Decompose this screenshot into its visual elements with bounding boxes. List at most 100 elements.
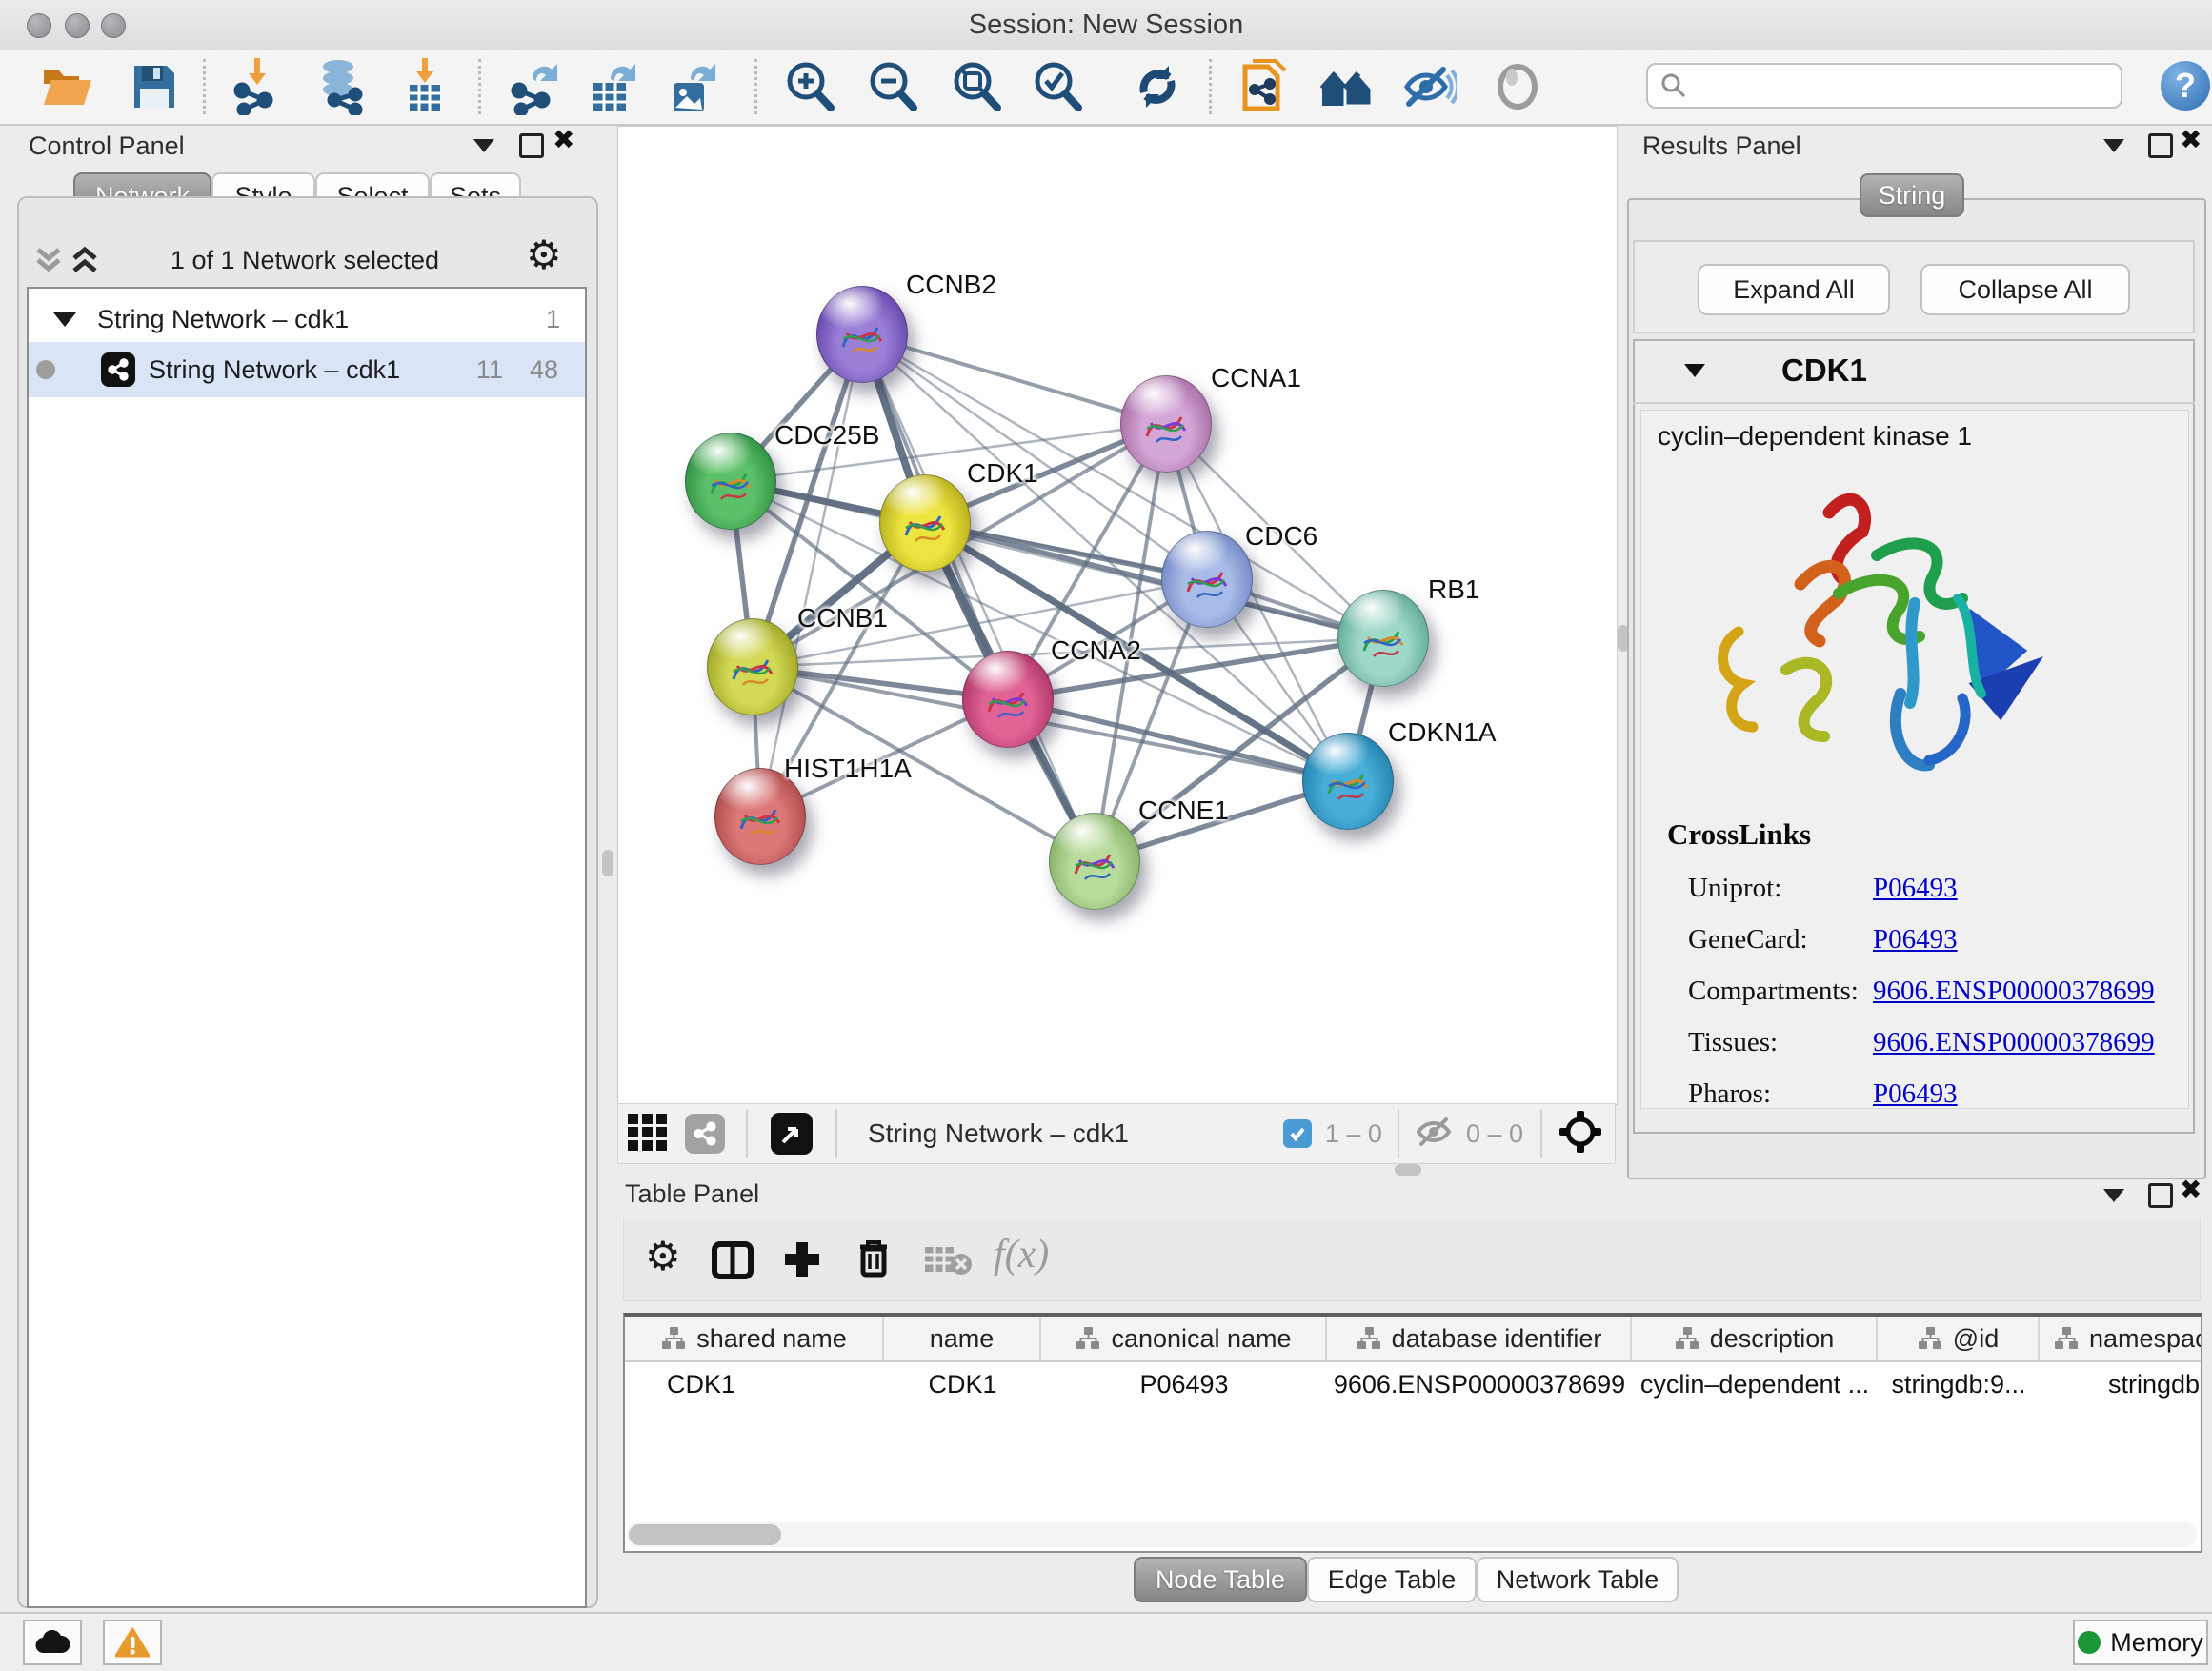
control-panel-collapse-icon[interactable] bbox=[473, 139, 494, 152]
network-canvas[interactable]: CCNB2CCNA1CDC25BCDK1CDC6RB1CCNB1CCNA2CDK… bbox=[617, 126, 1618, 1105]
network-collection-row[interactable]: String Network – cdk1 1 bbox=[29, 298, 585, 340]
node-CCNA2[interactable] bbox=[962, 651, 1054, 748]
zoom-fit-icon[interactable] bbox=[946, 57, 1007, 116]
node-table[interactable]: shared namename canonical name database id… bbox=[623, 1313, 2202, 1553]
column-header-name[interactable]: name bbox=[884, 1317, 1041, 1360]
show-columns-icon[interactable] bbox=[712, 1241, 754, 1284]
node-CDC6[interactable] bbox=[1161, 531, 1253, 628]
table-settings-gear-icon[interactable]: ⚙ bbox=[645, 1238, 681, 1276]
collapse-all-networks-icon[interactable] bbox=[34, 246, 63, 281]
grid-view-icon[interactable] bbox=[626, 1110, 670, 1158]
tab-node-table[interactable]: Node Table bbox=[1134, 1557, 1307, 1602]
tab-string[interactable]: String bbox=[1860, 173, 1964, 217]
help-icon[interactable]: ? bbox=[2161, 61, 2210, 111]
save-session-icon[interactable] bbox=[124, 57, 185, 116]
open-session-icon[interactable] bbox=[37, 57, 98, 116]
results-panel-collapse-icon[interactable] bbox=[2103, 139, 2124, 152]
horizontal-splitter-handle[interactable] bbox=[1395, 1164, 1421, 1176]
table-cell[interactable]: P06493 bbox=[1041, 1362, 1327, 1406]
results-panel-float-icon[interactable] bbox=[2148, 133, 2173, 158]
table-panel-float-icon[interactable] bbox=[2148, 1183, 2173, 1208]
main-toolbar: ? bbox=[0, 50, 2212, 126]
node-RB1[interactable] bbox=[1337, 590, 1429, 687]
node-CDKN1A[interactable] bbox=[1302, 733, 1394, 830]
birdseye-view-icon[interactable] bbox=[771, 1113, 813, 1155]
column-header--id[interactable]: @id bbox=[1878, 1317, 2040, 1360]
share-document-icon[interactable] bbox=[1235, 57, 1296, 116]
table-cell[interactable]: 9606.ENSP00000378699 bbox=[1327, 1362, 1632, 1406]
column-header-description[interactable]: description bbox=[1632, 1317, 1878, 1360]
hide-labels-eye-icon[interactable] bbox=[1398, 57, 1459, 116]
table-panel-close-icon[interactable]: ✖ bbox=[2180, 1179, 2202, 1200]
crosslink-uniprot-link[interactable]: P06493 bbox=[1873, 873, 1958, 904]
home-icon[interactable] bbox=[1317, 57, 1377, 116]
selected-checkbox-icon[interactable] bbox=[1283, 1119, 1312, 1148]
add-column-icon[interactable] bbox=[782, 1239, 822, 1284]
node-CCNA1[interactable] bbox=[1120, 375, 1212, 473]
node-CCNB1[interactable] bbox=[707, 618, 798, 715]
table-cell[interactable]: CDK1 bbox=[884, 1362, 1041, 1406]
zoom-in-icon[interactable] bbox=[779, 57, 840, 116]
delete-table-icon[interactable] bbox=[923, 1243, 973, 1282]
column-header-namespace[interactable]: namespace bbox=[2040, 1317, 2202, 1360]
vertical-splitter-handle[interactable] bbox=[602, 850, 613, 876]
import-table-icon[interactable] bbox=[394, 57, 455, 116]
expand-all-button[interactable]: Expand All bbox=[1698, 264, 1890, 315]
table-cell[interactable]: CDK1 bbox=[625, 1362, 884, 1406]
node-CCNE1[interactable] bbox=[1049, 813, 1140, 910]
column-namespace-icon bbox=[2053, 1326, 2080, 1351]
memory-button[interactable]: Memory bbox=[2073, 1620, 2208, 1665]
tree-expander-icon[interactable] bbox=[53, 312, 76, 327]
export-table-icon[interactable] bbox=[583, 57, 644, 116]
export-network-icon[interactable] bbox=[504, 57, 565, 116]
crosslink-label: Uniprot: bbox=[1688, 873, 1781, 904]
crosslink-tissues-link[interactable]: 9606.ENSP00000378699 bbox=[1873, 1027, 2155, 1058]
expand-all-networks-icon[interactable] bbox=[70, 246, 99, 281]
tab-edge-table[interactable]: Edge Table bbox=[1307, 1557, 1477, 1602]
column-header-shared-name[interactable]: shared name bbox=[625, 1317, 884, 1360]
warning-status-button[interactable] bbox=[103, 1620, 162, 1665]
string-entry-header[interactable]: CDK1 bbox=[1633, 339, 2195, 404]
crosslink-genecard-link[interactable]: P06493 bbox=[1873, 924, 1958, 956]
delete-column-icon[interactable] bbox=[855, 1238, 893, 1284]
crosslink-pharos-link[interactable]: P06493 bbox=[1873, 1078, 1958, 1110]
network-options-gear-icon[interactable]: ⚙ bbox=[526, 236, 562, 274]
crosslink-compartments-link[interactable]: 9606.ENSP00000378699 bbox=[1873, 976, 2155, 1007]
function-builder-icon[interactable]: f(x) bbox=[994, 1232, 1049, 1278]
table-horizontal-scrollbar[interactable] bbox=[627, 1522, 2197, 1547]
zoom-out-icon[interactable] bbox=[862, 57, 923, 116]
search-box[interactable] bbox=[1646, 63, 2122, 109]
protein-thumbnail-icon bbox=[1176, 552, 1237, 613]
table-cell[interactable]: cyclin–dependent ... bbox=[1632, 1362, 1878, 1406]
share-network-icon[interactable] bbox=[685, 1114, 725, 1154]
import-network-icon[interactable] bbox=[227, 57, 288, 116]
entry-expander-icon[interactable] bbox=[1684, 364, 1705, 377]
import-database-icon[interactable] bbox=[311, 57, 372, 116]
results-panel-close-icon[interactable]: ✖ bbox=[2180, 130, 2202, 151]
node-label-RB1: RB1 bbox=[1428, 574, 1479, 605]
column-header-database-identifier[interactable]: database identifier bbox=[1327, 1317, 1632, 1360]
table-panel-collapse-icon[interactable] bbox=[2103, 1189, 2124, 1202]
node-CDC25B[interactable] bbox=[685, 433, 776, 530]
collapse-all-button[interactable]: Collapse All bbox=[1920, 264, 2130, 315]
node-CCNB2[interactable] bbox=[816, 286, 908, 383]
control-panel-close-icon[interactable]: ✖ bbox=[553, 130, 574, 151]
refresh-icon[interactable] bbox=[1127, 57, 1188, 116]
network-row-selected[interactable]: String Network – cdk1 11 48 bbox=[29, 342, 585, 397]
table-cell[interactable]: stringdb bbox=[2040, 1362, 2202, 1406]
control-panel-float-icon[interactable] bbox=[519, 133, 544, 158]
scrollbar-thumb[interactable] bbox=[629, 1524, 781, 1545]
table-cell[interactable]: stringdb:9... bbox=[1878, 1362, 2040, 1406]
tab-network-table[interactable]: Network Table bbox=[1477, 1557, 1679, 1602]
column-header-label: canonical name bbox=[1111, 1324, 1291, 1354]
preview-orb-icon[interactable] bbox=[1487, 57, 1548, 116]
column-header-canonical-name[interactable]: canonical name bbox=[1041, 1317, 1327, 1360]
cloud-status-button[interactable] bbox=[23, 1620, 82, 1665]
entry-gene-name: CDK1 bbox=[1781, 352, 1867, 389]
search-input[interactable] bbox=[1688, 70, 2092, 102]
node-CDK1[interactable] bbox=[879, 474, 971, 572]
zoom-selected-icon[interactable] bbox=[1027, 57, 1088, 116]
crosshair-move-icon[interactable] bbox=[1558, 1109, 1603, 1159]
table-row[interactable]: CDK1CDK1P064939606.ENSP00000378699cyclin… bbox=[625, 1362, 2201, 1406]
export-image-icon[interactable] bbox=[663, 57, 724, 116]
